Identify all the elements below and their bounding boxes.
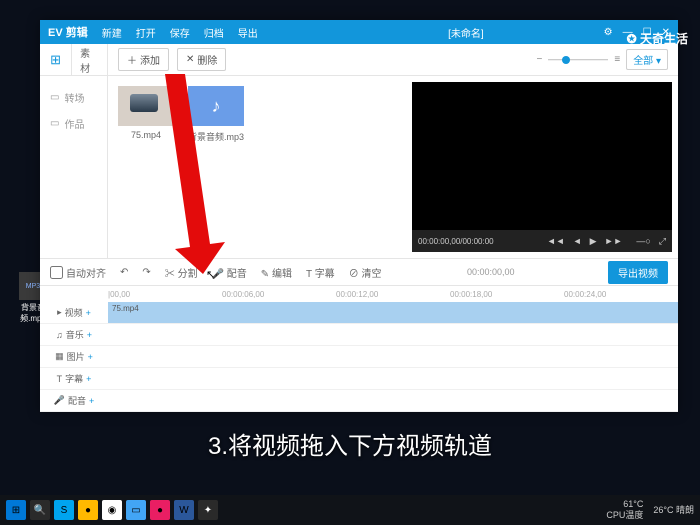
playhead-time: 00:00:00,00 [467,267,515,277]
taskbar: ⊞ 🔍 S ● ◉ ▭ ● W ✦ 61°CCPU温度 26°C 晴朗 [0,495,700,525]
undo-button[interactable]: ↶ [120,267,128,278]
track-dub: 🎤配音+ [40,390,678,412]
menu-archive[interactable]: 归档 [204,25,224,40]
sidebar: ▭转场 ▭作品 [40,76,108,258]
left-tabs: ⊞ 素材 [40,44,108,75]
top-toolbar: ⊞ 素材 ＋添加 ✕删除 − ≡ 全部 ▾ [40,44,678,76]
menu-new[interactable]: 新建 [102,25,122,40]
taskbar-app-2[interactable]: ● [78,500,98,520]
play-button[interactable]: ▶ [590,236,597,247]
main-area: ▭转场 ▭作品 75.mp4 ♪ 背景音频.mp3 00:00:00,00/00… [40,76,678,258]
export-video-button[interactable]: 导出视频 [608,261,668,284]
track-label: ▸视频+ [40,306,108,319]
app-logo: EV 剪辑 [48,24,88,40]
filter-dropdown[interactable]: 全部 ▾ [626,49,668,70]
media-item-video[interactable]: 75.mp4 [118,86,174,140]
track-audio: ♫音乐+ [40,324,678,346]
track-lane[interactable] [108,346,678,367]
volume-icon[interactable]: —○ [636,236,650,246]
thumb-size-slider[interactable]: − ≡ 全部 ▾ [537,49,679,70]
media-actions: ＋添加 ✕删除 [108,48,236,71]
taskbar-app-3[interactable]: ▭ [126,500,146,520]
audio-thumbnail: ♪ [188,86,244,126]
taskbar-word[interactable]: W [174,500,194,520]
video-clip[interactable]: 75.mp4 [108,302,678,323]
taskbar-app-5[interactable]: ✦ [198,500,218,520]
app-window: EV 剪辑 新建 打开 保存 归档 导出 [未命名] ⚙ — ☐ ✕ ⊞ 素材 … [40,20,678,412]
track-lane[interactable] [108,368,678,389]
next-button[interactable]: ►► [605,236,623,246]
system-tray[interactable]: 61°CCPU温度 26°C 晴朗 [606,499,694,521]
track-label: T字幕+ [40,372,108,385]
time-ruler[interactable]: |00,00 00:00:06,00 00:00:12,00 00:00:18,… [40,286,678,302]
timeline: |00,00 00:00:06,00 00:00:12,00 00:00:18,… [40,286,678,412]
search-icon[interactable]: 🔍 [30,500,50,520]
material-tab[interactable]: 素材 [72,44,107,75]
track-label: ▦图片+ [40,350,108,363]
taskbar-chrome[interactable]: ◉ [102,500,122,520]
sidebar-item-transition[interactable]: ▭转场 [40,84,107,110]
track-lane[interactable]: 75.mp4 [108,302,678,323]
preview-screen [412,82,672,230]
trash-icon: ✕ [186,54,194,65]
main-menu: 新建 打开 保存 归档 导出 [102,25,258,40]
slider-handle[interactable] [562,56,570,64]
plus-icon: ＋ [127,52,137,67]
add-track-button[interactable]: + [86,308,91,318]
track-subtitle: T字幕+ [40,368,678,390]
tool-split[interactable]: ✂ 分割 [165,265,198,280]
fullscreen-button[interactable]: ⤢ [659,236,666,247]
add-track-button[interactable]: + [87,330,92,340]
list-icon: ≡ [614,54,620,65]
rewind-button[interactable]: ◄ [573,236,582,246]
media-label: 75.mp4 [118,130,174,140]
media-label: 背景音频.mp3 [188,130,244,143]
menu-export[interactable]: 导出 [238,25,258,40]
delete-button[interactable]: ✕删除 [177,48,226,71]
grid-tab[interactable]: ⊞ [40,44,72,75]
preview-controls: 00:00:00,00/00:00:00 ◄◄ ◄ ▶ ►► —○ ⤢ [412,230,672,252]
menu-save[interactable]: 保存 [170,25,190,40]
taskbar-app-1[interactable]: S [54,500,74,520]
auto-align-checkbox[interactable]: 自动对齐 [50,265,106,280]
add-track-button[interactable]: + [88,352,93,362]
document-title: [未命名] [448,25,484,40]
track-lane[interactable] [108,390,678,411]
media-item-audio[interactable]: ♪ 背景音频.mp3 [188,86,244,143]
tool-dub[interactable]: 🎤 配音 [212,265,247,280]
add-track-button[interactable]: + [89,396,94,406]
slider-track[interactable] [548,59,608,61]
watermark-logo: 天奇生活 [627,30,688,47]
start-button[interactable]: ⊞ [6,500,26,520]
sidebar-item-works[interactable]: ▭作品 [40,110,107,136]
minus-icon: − [537,54,543,65]
timeline-toolbar: 自动对齐 ↶ ↷ ✂ 分割 🎤 配音 ✎ 编辑 T 字幕 ⊘ 清空 00:00:… [40,258,678,286]
prev-button[interactable]: ◄◄ [547,236,565,246]
titlebar: EV 剪辑 新建 打开 保存 归档 导出 [未命名] ⚙ — ☐ ✕ [40,20,678,44]
tool-clear[interactable]: ⊘ 清空 [349,265,382,280]
tutorial-caption: 3.将视频拖入下方视频轨道 [0,426,700,461]
track-label: 🎤配音+ [40,394,108,407]
track-label: ♫音乐+ [40,328,108,341]
folder-icon: ▭ [50,92,59,103]
track-image: ▦图片+ [40,346,678,368]
menu-open[interactable]: 打开 [136,25,156,40]
video-thumbnail [118,86,174,126]
add-track-button[interactable]: + [86,374,91,384]
tool-subtitle[interactable]: T 字幕 [306,265,335,280]
weather-widget[interactable]: 26°C 晴朗 [653,505,694,516]
track-video: ▸视频+ 75.mp4 [40,302,678,324]
media-panel: 75.mp4 ♪ 背景音频.mp3 [108,76,412,258]
taskbar-app-4[interactable]: ● [150,500,170,520]
track-lane[interactable] [108,324,678,345]
settings-icon[interactable]: ⚙ [604,27,613,38]
folder-icon: ▭ [50,118,59,129]
preview-panel: 00:00:00,00/00:00:00 ◄◄ ◄ ▶ ►► —○ ⤢ [412,82,672,252]
tool-edit[interactable]: ✎ 编辑 [261,265,292,280]
redo-button[interactable]: ↷ [142,267,150,278]
add-button[interactable]: ＋添加 [118,48,169,71]
preview-time: 00:00:00,00/00:00:00 [418,237,494,246]
tracks-container: ▸视频+ 75.mp4 ♫音乐+ ▦图片+ T字幕+ 🎤配音+ [40,302,678,412]
